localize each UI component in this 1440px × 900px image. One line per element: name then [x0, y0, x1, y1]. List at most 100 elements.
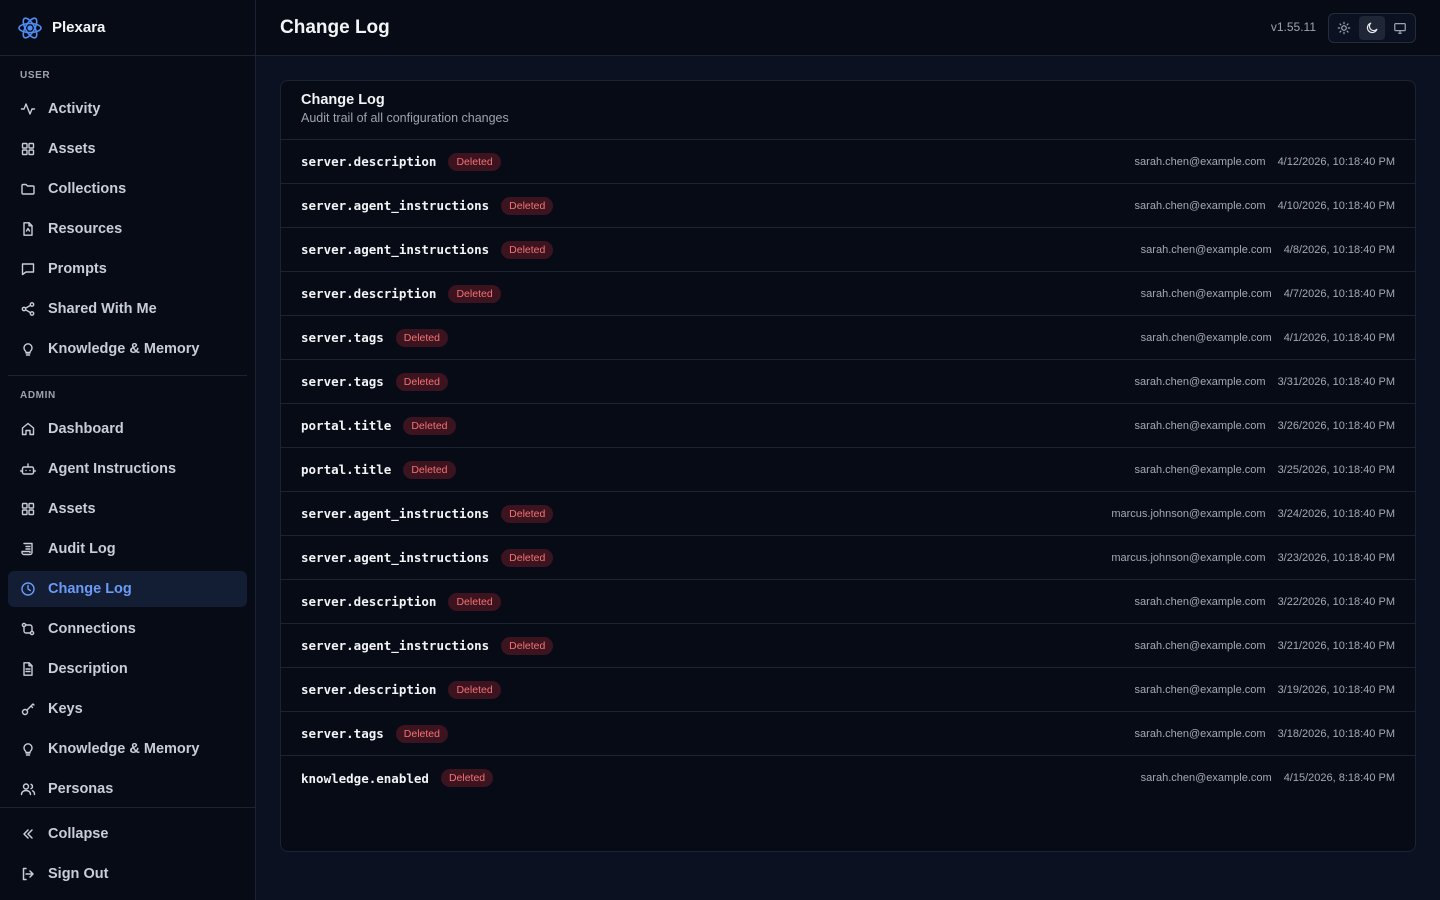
sign-out-button[interactable]: Sign Out	[8, 856, 247, 892]
change-log-row[interactable]: portal.title Deleted sarah.chen@example.co…	[281, 404, 1415, 448]
sidebar-item-admin-keys[interactable]: Keys	[8, 691, 247, 727]
status-badge: Deleted	[448, 680, 501, 699]
change-log-row[interactable]: server.agent_instructions Deleted marcus.j…	[281, 492, 1415, 536]
sidebar-item-admin-knowledge-and-memory[interactable]: Knowledge & Memory	[8, 731, 247, 767]
connections-icon	[20, 621, 36, 637]
change-log-row[interactable]: server.description Deleted sarah.chen@exam…	[281, 668, 1415, 712]
sidebar-item-admin-personas[interactable]: Personas	[8, 771, 247, 807]
section-label-user: USER	[20, 69, 51, 81]
sidebar-item-user-activity[interactable]: Activity	[8, 91, 247, 127]
sidebar-item-admin-audit-log[interactable]: Audit Log	[8, 531, 247, 567]
changed-by-email: marcus.johnson@example.com	[1111, 507, 1266, 520]
sidebar-item-label: Keys	[48, 701, 83, 717]
changed-by-email: sarah.chen@example.com	[1134, 419, 1266, 432]
change-log-row[interactable]: server.agent_instructions Deleted sarah.ch…	[281, 624, 1415, 668]
config-key: server.agent_instructions	[301, 506, 490, 521]
changed-by-email: sarah.chen@example.com	[1140, 331, 1272, 344]
change-log-row[interactable]: knowledge.enabled Deleted sarah.chen@examp…	[281, 756, 1415, 800]
card-subtitle: Audit trail of all configuration changes	[301, 111, 509, 125]
status-badge: Deleted	[501, 504, 554, 523]
status-badge: Deleted	[395, 372, 448, 391]
sidebar-item-user-collections[interactable]: Collections	[8, 171, 247, 207]
document-icon	[20, 661, 36, 677]
change-log-row[interactable]: server.tags Deleted sarah.chen@example.com…	[281, 360, 1415, 404]
config-key: server.agent_instructions	[301, 198, 490, 213]
folder-icon	[20, 181, 36, 197]
change-timestamp: 3/26/2026, 10:18:40 PM	[1277, 419, 1395, 432]
sidebar-item-label: Description	[48, 661, 128, 677]
app-name: Plexara	[52, 19, 106, 36]
sidebar-item-user-resources[interactable]: Resources	[8, 211, 247, 247]
changed-by-email: sarah.chen@example.com	[1140, 287, 1272, 300]
page-title: Change Log	[280, 16, 390, 38]
key-icon	[20, 701, 36, 717]
change-log-row[interactable]: server.description Deleted sarah.chen@exam…	[281, 580, 1415, 624]
sidebar-item-user-assets[interactable]: Assets	[8, 131, 247, 167]
sidebar-item-user-shared-with-me[interactable]: Shared With Me	[8, 291, 247, 327]
chevrons-left-icon	[20, 826, 36, 842]
sidebar-item-admin-change-log[interactable]: Change Log	[8, 571, 247, 607]
changed-by-email: sarah.chen@example.com	[1140, 243, 1272, 256]
changed-by-email: sarah.chen@example.com	[1134, 463, 1266, 476]
theme-system-button[interactable]	[1387, 16, 1413, 40]
sidebar-item-user-prompts[interactable]: Prompts	[8, 251, 247, 287]
change-timestamp: 3/19/2026, 10:18:40 PM	[1277, 683, 1395, 696]
collapse-button[interactable]: Collapse	[8, 816, 247, 852]
bot-icon	[20, 461, 36, 477]
config-key: server.agent_instructions	[301, 638, 490, 653]
home-icon	[20, 421, 36, 437]
status-badge: Deleted	[440, 769, 494, 787]
sidebar-item-label: Resources	[48, 221, 123, 237]
brand[interactable]: Plexara	[0, 0, 255, 56]
changed-by-email: sarah.chen@example.com	[1134, 375, 1266, 388]
change-timestamp: 3/23/2026, 10:18:40 PM	[1277, 551, 1395, 564]
status-badge: Deleted	[501, 548, 554, 567]
change-log-row[interactable]: portal.title Deleted sarah.chen@example.co…	[281, 448, 1415, 492]
sidebar-item-user-knowledge-and-memory[interactable]: Knowledge & Memory	[8, 331, 247, 367]
changed-by-email: sarah.chen@example.com	[1134, 595, 1266, 608]
sidebar-item-label: Connections	[48, 621, 136, 637]
change-log-row[interactable]: server.tags Deleted sarah.chen@example.com…	[281, 316, 1415, 360]
change-timestamp: 4/15/2026, 8:18:40 PM	[1283, 772, 1395, 784]
sidebar-item-admin-dashboard[interactable]: Dashboard	[8, 411, 247, 447]
lightbulb-icon	[20, 341, 36, 357]
grid-icon	[20, 501, 36, 517]
theme-light-button[interactable]	[1331, 16, 1357, 40]
sidebar-item-label: Collections	[48, 181, 127, 197]
grid-icon	[20, 141, 36, 157]
sidebar-item-label: Assets	[48, 141, 96, 157]
sidebar-item-label: Dashboard	[48, 421, 124, 437]
share-icon	[20, 301, 36, 317]
sidebar-item-admin-connections[interactable]: Connections	[8, 611, 247, 647]
status-badge: Deleted	[448, 284, 501, 303]
changed-by-email: sarah.chen@example.com	[1134, 199, 1266, 212]
change-timestamp: 3/25/2026, 10:18:40 PM	[1277, 463, 1395, 476]
theme-dark-button[interactable]	[1359, 16, 1385, 40]
card-title: Change Log	[301, 92, 385, 108]
change-log-row[interactable]: server.agent_instructions Deleted sarah.ch…	[281, 228, 1415, 272]
status-badge: Deleted	[403, 416, 456, 435]
collapse-label: Collapse	[48, 826, 109, 842]
lightbulb-icon	[20, 741, 36, 757]
config-key: server.description	[301, 154, 437, 169]
status-badge: Deleted	[403, 460, 456, 479]
sidebar-item-admin-description[interactable]: Description	[8, 651, 247, 687]
sidebar: Plexara USER Activity Assets Collections Re…	[0, 0, 256, 900]
sidebar-item-admin-agent-instructions[interactable]: Agent Instructions	[8, 451, 247, 487]
sidebar-item-label: Audit Log	[48, 541, 116, 557]
change-log-card: Change Log Audit trail of all configurat…	[280, 80, 1416, 852]
change-log-row[interactable]: server.description Deleted sarah.chen@exam…	[281, 272, 1415, 316]
card-header: Change Log Audit trail of all configurat…	[281, 81, 1415, 140]
sidebar-item-admin-assets[interactable]: Assets	[8, 491, 247, 527]
change-log-row[interactable]: server.description Deleted sarah.chen@exam…	[281, 140, 1415, 184]
file-icon	[20, 221, 36, 237]
change-log-row[interactable]: server.tags Deleted sarah.chen@example.com…	[281, 712, 1415, 756]
change-log-row[interactable]: server.agent_instructions Deleted marcus.j…	[281, 536, 1415, 580]
change-timestamp: 3/24/2026, 10:18:40 PM	[1277, 507, 1395, 520]
status-badge: Deleted	[448, 592, 501, 611]
sidebar-item-label: Assets	[48, 501, 96, 517]
changed-by-email: sarah.chen@example.com	[1134, 727, 1266, 740]
change-log-row[interactable]: server.agent_instructions Deleted sarah.ch…	[281, 184, 1415, 228]
status-badge: Deleted	[501, 196, 554, 215]
sidebar-item-label: Knowledge & Memory	[48, 341, 200, 357]
